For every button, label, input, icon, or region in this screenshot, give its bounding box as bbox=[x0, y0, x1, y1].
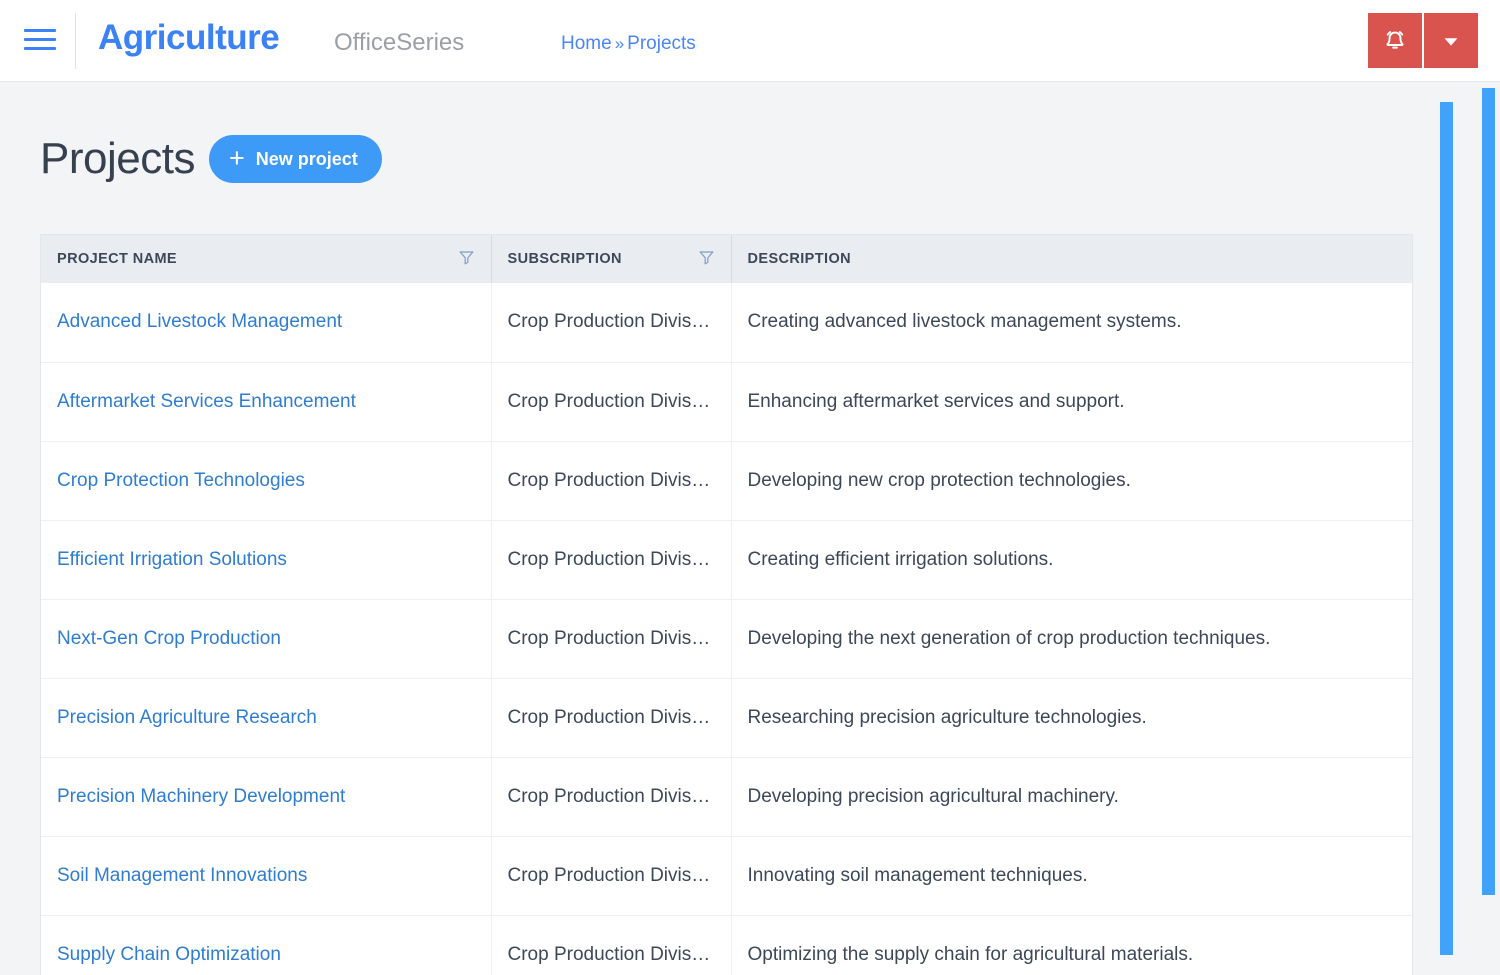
column-header-subscription[interactable]: SUBSCRIPTION bbox=[491, 235, 731, 283]
header-actions bbox=[1368, 13, 1478, 68]
project-name-link[interactable]: Soil Management Innovations bbox=[57, 865, 307, 886]
cell-subscription: Crop Production Divis… bbox=[491, 441, 731, 520]
notification-alarm-button[interactable] bbox=[1368, 13, 1422, 68]
table-row: Next-Gen Crop Production Crop Production … bbox=[41, 599, 1412, 678]
column-header-label: SUBSCRIPTION bbox=[508, 251, 622, 267]
new-project-label: New project bbox=[256, 150, 358, 168]
project-name-link[interactable]: Aftermarket Services Enhancement bbox=[57, 391, 356, 412]
table-row: Precision Machinery Development Crop Prod… bbox=[41, 757, 1412, 836]
hamburger-bar bbox=[24, 38, 56, 41]
table-row: Efficient Irrigation Solutions Crop Produ… bbox=[41, 520, 1412, 599]
cell-description: Developing precision agricultural machin… bbox=[731, 757, 1412, 836]
project-name-link[interactable]: Efficient Irrigation Solutions bbox=[57, 549, 287, 570]
cell-project-name: Efficient Irrigation Solutions bbox=[41, 520, 491, 599]
projects-table: PROJECT NAME SUBSCRIPTION bbox=[41, 235, 1412, 975]
project-name-link[interactable]: Next-Gen Crop Production bbox=[57, 628, 281, 649]
cell-project-name: Next-Gen Crop Production bbox=[41, 599, 491, 678]
column-header-description[interactable]: DESCRIPTION bbox=[731, 235, 1412, 283]
column-header-label: DESCRIPTION bbox=[748, 251, 852, 267]
cell-project-name: Aftermarket Services Enhancement bbox=[41, 362, 491, 441]
cell-project-name: Advanced Livestock Management bbox=[41, 283, 491, 362]
cell-description: Innovating soil management techniques. bbox=[731, 836, 1412, 915]
breadcrumb-separator: » bbox=[615, 34, 624, 53]
column-header-label: PROJECT NAME bbox=[57, 251, 177, 267]
chevron-down-icon bbox=[1440, 30, 1462, 52]
project-name-link[interactable]: Precision Agriculture Research bbox=[57, 707, 317, 728]
cell-subscription: Crop Production Divis… bbox=[491, 283, 731, 362]
table-head: PROJECT NAME SUBSCRIPTION bbox=[41, 235, 1412, 283]
inner-content-scrollbar-thumb[interactable] bbox=[1440, 102, 1453, 955]
hamburger-bar bbox=[24, 47, 56, 50]
table-row: Precision Agriculture Research Crop Produ… bbox=[41, 678, 1412, 757]
table-row: Crop Protection Technologies Crop Product… bbox=[41, 441, 1412, 520]
project-name-link[interactable]: Precision Machinery Development bbox=[57, 786, 345, 807]
page-header: Projects + New project bbox=[40, 130, 382, 188]
cell-subscription: Crop Production Divis… bbox=[491, 362, 731, 441]
table-header-row: PROJECT NAME SUBSCRIPTION bbox=[41, 235, 1412, 283]
page-scrollbar-thumb[interactable] bbox=[1482, 88, 1495, 895]
top-header-bar: Agriculture OfficeSeries Home»Projects bbox=[0, 0, 1500, 82]
project-name-link[interactable]: Advanced Livestock Management bbox=[57, 311, 342, 332]
alarm-bell-icon bbox=[1382, 28, 1408, 54]
table-row: Soil Management Innovations Crop Producti… bbox=[41, 836, 1412, 915]
cell-subscription: Crop Production Divis… bbox=[491, 836, 731, 915]
breadcrumb: Home»Projects bbox=[561, 31, 696, 57]
cell-description: Researching precision agriculture techno… bbox=[731, 678, 1412, 757]
column-header-project-name[interactable]: PROJECT NAME bbox=[41, 235, 491, 283]
projects-table-card: PROJECT NAME SUBSCRIPTION bbox=[40, 234, 1413, 975]
header-divider bbox=[75, 13, 76, 69]
table-row: Aftermarket Services Enhancement Crop Pro… bbox=[41, 362, 1412, 441]
cell-description: Developing new crop protection technolog… bbox=[731, 441, 1412, 520]
cell-subscription: Crop Production Divis… bbox=[491, 678, 731, 757]
page-title: Projects bbox=[40, 130, 195, 188]
filter-funnel-icon[interactable] bbox=[458, 249, 475, 270]
brand-title: Agriculture bbox=[98, 17, 279, 59]
table-body: Advanced Livestock Management Crop Produc… bbox=[41, 283, 1412, 975]
brand-subtitle: OfficeSeries bbox=[334, 28, 464, 58]
header-dropdown-button[interactable] bbox=[1424, 13, 1478, 68]
cell-project-name: Supply Chain Optimization bbox=[41, 915, 491, 975]
new-project-button[interactable]: + New project bbox=[209, 135, 382, 183]
breadcrumb-link-home[interactable]: Home bbox=[561, 33, 612, 54]
cell-description: Enhancing aftermarket services and suppo… bbox=[731, 362, 1412, 441]
cell-subscription: Crop Production Divis… bbox=[491, 599, 731, 678]
cell-subscription: Crop Production Divis… bbox=[491, 757, 731, 836]
project-name-link[interactable]: Supply Chain Optimization bbox=[57, 944, 281, 965]
project-name-link[interactable]: Crop Protection Technologies bbox=[57, 470, 305, 491]
table-row: Supply Chain Optimization Crop Production… bbox=[41, 915, 1412, 975]
cell-project-name: Soil Management Innovations bbox=[41, 836, 491, 915]
cell-description: Optimizing the supply chain for agricult… bbox=[731, 915, 1412, 975]
cell-description: Creating advanced livestock management s… bbox=[731, 283, 1412, 362]
table-row: Advanced Livestock Management Crop Produc… bbox=[41, 283, 1412, 362]
hamburger-menu-icon[interactable] bbox=[24, 26, 56, 54]
breadcrumb-link-projects[interactable]: Projects bbox=[627, 33, 696, 54]
cell-project-name: Precision Machinery Development bbox=[41, 757, 491, 836]
plus-icon: + bbox=[229, 145, 245, 172]
hamburger-bar bbox=[24, 29, 56, 32]
cell-description: Creating efficient irrigation solutions. bbox=[731, 520, 1412, 599]
cell-project-name: Crop Protection Technologies bbox=[41, 441, 491, 520]
cell-description: Developing the next generation of crop p… bbox=[731, 599, 1412, 678]
cell-project-name: Precision Agriculture Research bbox=[41, 678, 491, 757]
filter-funnel-icon[interactable] bbox=[698, 249, 715, 270]
cell-subscription: Crop Production Divis… bbox=[491, 915, 731, 975]
cell-subscription: Crop Production Divis… bbox=[491, 520, 731, 599]
